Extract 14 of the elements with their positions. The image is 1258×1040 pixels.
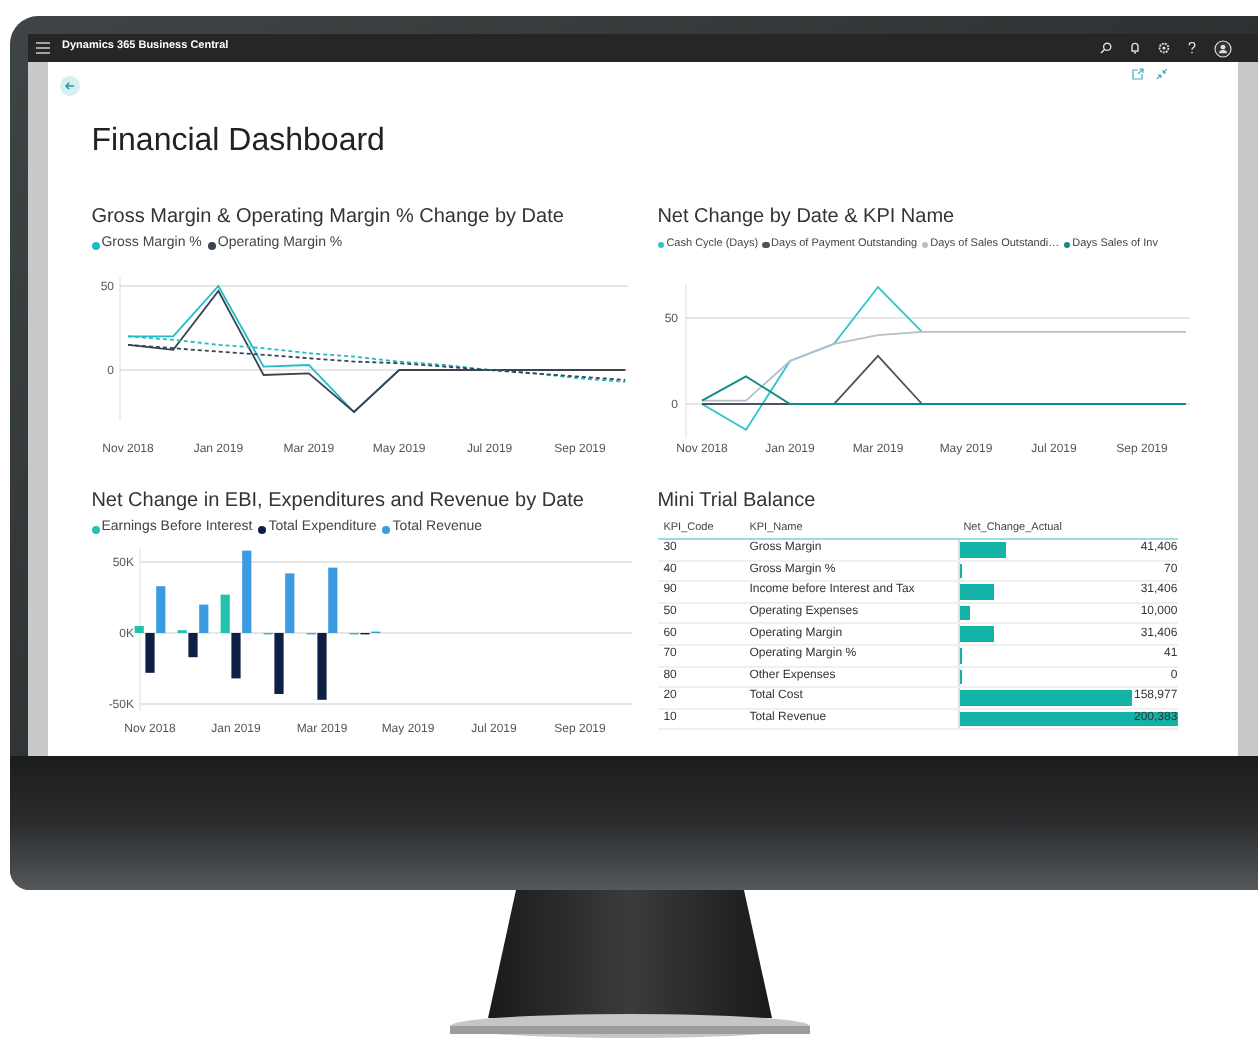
popout-icon[interactable] xyxy=(1131,68,1144,80)
collapse-icon[interactable] xyxy=(1155,68,1168,80)
table-title: Mini Trial Balance xyxy=(657,490,816,514)
settings-icon[interactable] xyxy=(1158,42,1170,54)
chart-title: Net Change by Date & KPI Name xyxy=(657,206,955,230)
page-title: Financial Dashboard xyxy=(91,122,385,162)
chart-title: Gross Margin & Operating Margin % Change by Date xyxy=(91,206,564,230)
back-icon[interactable] xyxy=(59,76,80,96)
help-icon[interactable] xyxy=(1188,42,1196,54)
chart-title: Net Change in EBI, Expenditures and Revenue by Date xyxy=(91,490,584,514)
search-icon[interactable] xyxy=(1100,42,1112,54)
menu-icon[interactable] xyxy=(36,42,50,54)
bell-icon[interactable] xyxy=(1130,42,1140,54)
avatar-icon[interactable] xyxy=(1214,39,1232,57)
